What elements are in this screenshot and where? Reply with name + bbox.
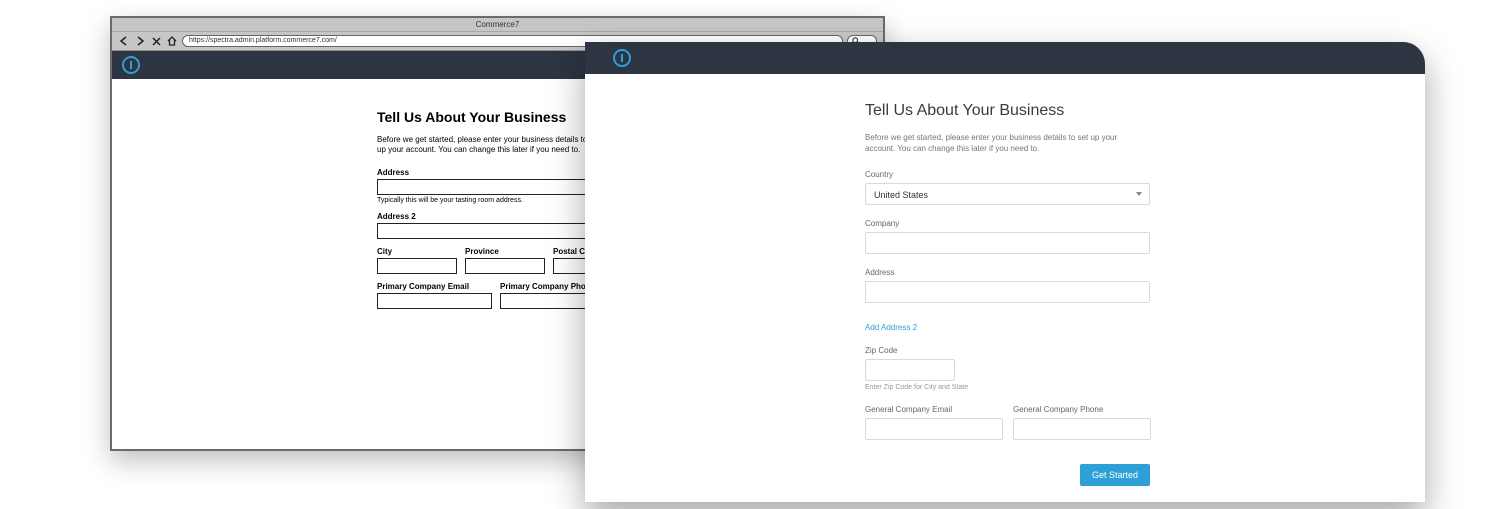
primary-email-label: Primary Company Email (377, 282, 492, 291)
get-started-button[interactable]: Get Started (1080, 464, 1150, 486)
commerce7-logo-icon (613, 49, 631, 67)
app-navbar (585, 42, 1425, 74)
chevron-down-icon (1136, 192, 1142, 196)
forward-icon[interactable] (134, 35, 146, 47)
commerce7-logo-icon (122, 56, 140, 74)
general-email-label: General Company Email (865, 405, 1003, 414)
country-value: United States (865, 183, 1150, 205)
address2-input[interactable] (377, 223, 617, 239)
province-label: Province (465, 247, 545, 256)
address-label: Address (865, 268, 1425, 277)
primary-email-input[interactable] (377, 293, 492, 309)
zip-label: Zip Code (865, 346, 1425, 355)
get-started-label: Get Started (1092, 470, 1138, 480)
province-input[interactable] (465, 258, 545, 274)
address-input[interactable] (377, 179, 617, 195)
back-icon[interactable] (118, 35, 130, 47)
stop-icon[interactable] (150, 35, 162, 47)
company-label: Company (865, 219, 1425, 228)
home-icon[interactable] (166, 35, 178, 47)
general-email-input[interactable] (865, 418, 1003, 440)
country-select[interactable]: United States (865, 183, 1150, 205)
zip-helper: Enter Zip Code for City and State (865, 384, 1425, 391)
mockup-window: Tell Us About Your Business Before we ge… (585, 42, 1425, 502)
address-input[interactable] (865, 281, 1150, 303)
general-phone-input[interactable] (1013, 418, 1151, 440)
form-body: Tell Us About Your Business Before we ge… (585, 74, 1425, 486)
window-title: Commerce7 (112, 18, 883, 32)
page-description: Before we get started, please enter your… (377, 135, 607, 156)
country-label: Country (865, 170, 1425, 179)
page-description: Before we get started, please enter your… (865, 132, 1145, 154)
general-phone-label: General Company Phone (1013, 405, 1151, 414)
zip-input[interactable] (865, 359, 955, 381)
city-label: City (377, 247, 457, 256)
city-input[interactable] (377, 258, 457, 274)
add-address2-link[interactable]: Add Address 2 (865, 323, 917, 332)
company-input[interactable] (865, 232, 1150, 254)
page-heading: Tell Us About Your Business (865, 102, 1425, 120)
